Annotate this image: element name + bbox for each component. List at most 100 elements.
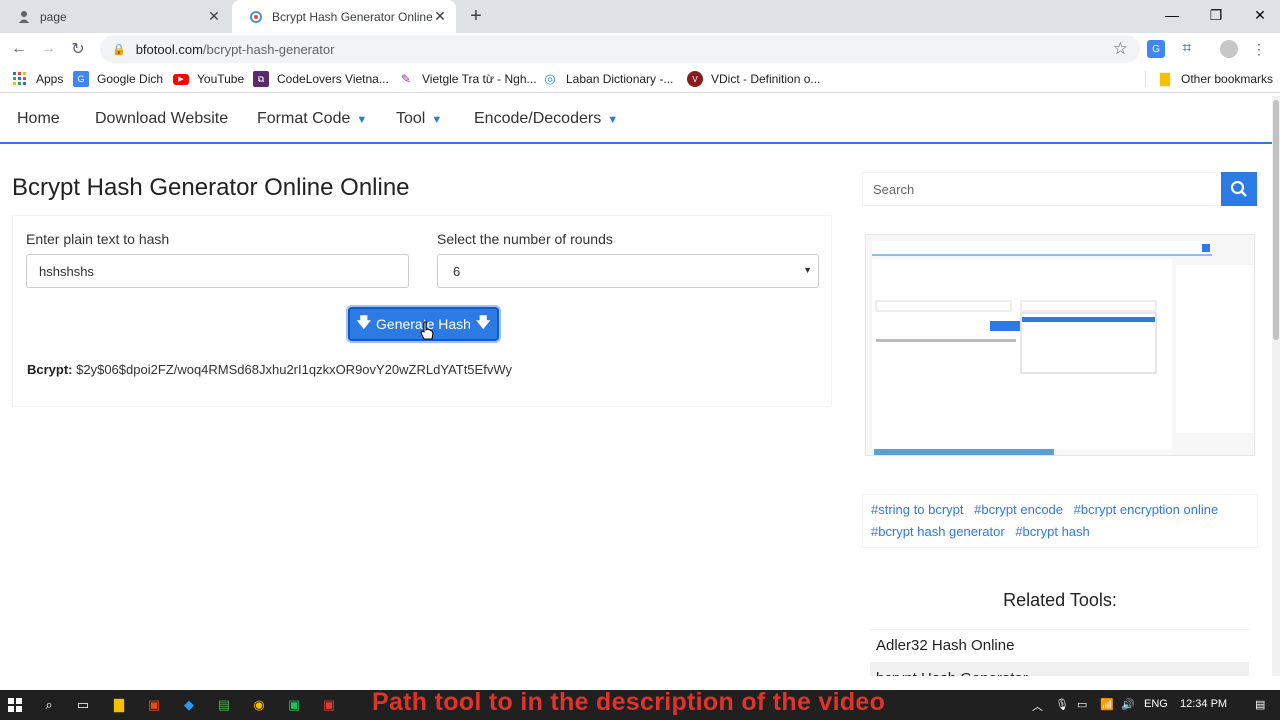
microphone-icon[interactable]: 🎙 (1055, 698, 1069, 711)
folder-icon: ▇ (1160, 71, 1170, 86)
bookmark-vietgle[interactable]: ✎ Vietgle Tra từ - Ngh... (398, 70, 537, 88)
bookmark-other[interactable]: ▇ Other bookmarks (1157, 70, 1273, 88)
rounds-label: Select the number of rounds (437, 231, 613, 247)
tab-bcrypt[interactable]: Bcrypt Hash Generator Online Or ✕ (232, 0, 456, 33)
caret-down-icon: ▼ (607, 114, 619, 126)
nav-label: Format Code (257, 110, 351, 127)
bookmark-google-dich[interactable]: G Google Dich (73, 70, 163, 88)
plain-text-input[interactable]: hshshshs (26, 254, 409, 288)
tag-link[interactable]: #bcrypt hash (1015, 524, 1089, 539)
search-button[interactable] (1221, 172, 1257, 206)
vietgle-icon: ✎ (400, 72, 412, 86)
browser-tab-strip: page ✕ Bcrypt Hash Generator Online Or ✕… (0, 0, 1280, 33)
page-content: Home Download Website Format Code ▼ Tool ▼… (0, 96, 1272, 676)
app-red-icon[interactable]: ▣ (145, 696, 163, 714)
related-tool-item[interactable]: Adler32 Hash Online (870, 629, 1249, 661)
page-scrollbar[interactable] (1272, 96, 1280, 676)
tab-title: page (40, 9, 67, 24)
task-view-icon[interactable]: ▭ (74, 696, 92, 714)
hash-form-card: Enter plain text to hash hshshshs Select… (12, 215, 832, 407)
bookmark-divider (1145, 71, 1146, 87)
rounds-select[interactable]: 6 ▼ (437, 254, 819, 288)
file-explorer-icon[interactable]: ▇ (110, 696, 128, 714)
bookmark-label: VDict - Definition o... (711, 72, 821, 86)
url-path: /bcrypt-hash-generator (202, 41, 335, 57)
tag-link[interactable]: #bcrypt encryption online (1074, 502, 1219, 517)
maximize-icon[interactable]: ❐ (1194, 0, 1238, 30)
result-label: Bcrypt: (27, 362, 73, 377)
bookmark-vdict[interactable]: V VDict - Definition o... (687, 70, 820, 88)
battery-icon[interactable]: ▭ (1077, 698, 1087, 711)
tab-page[interactable]: page ✕ (0, 0, 230, 33)
browser-toolbar: ← → ↻ 🔒 bfotool.com /bcrypt-hash-generat… (0, 33, 1280, 65)
volume-icon[interactable]: 🔊 (1121, 698, 1135, 711)
arrow-down-icon: 🡇 (356, 314, 372, 330)
video-caption-overlay: Path tool to in the description of the v… (372, 688, 886, 716)
caret-down-icon: ▼ (356, 114, 368, 126)
site-navbar: Home Download Website Format Code ▼ Tool ▼… (0, 96, 1272, 144)
page-title: Bcrypt Hash Generator Online Online (12, 174, 410, 201)
result-hash: $2y$06$dpoi2FZ/woq4RMSd68Jxhu2rI1qzkxOR9… (76, 362, 512, 377)
nav-label: Tool (396, 110, 426, 127)
profile-avatar-icon[interactable] (1220, 40, 1238, 58)
reload-icon[interactable]: ↻ (67, 38, 89, 60)
app-red2-icon[interactable]: ▣ (320, 696, 338, 714)
rounds-value: 6 (453, 263, 461, 279)
bookmark-codelovers[interactable]: ⧉ CodeLovers Vietna... (253, 70, 389, 88)
page-favicon-icon (16, 9, 32, 25)
tray-chevron-icon[interactable]: ︿ (1032, 698, 1043, 714)
search-icon[interactable]: ⌕ (40, 696, 58, 714)
notepad-icon[interactable]: ▤ (215, 696, 233, 714)
bookmark-label: Laban Dictionary -... (566, 72, 674, 86)
clock[interactable]: 12:34 PM (1180, 698, 1227, 710)
tab-title: Bcrypt Hash Generator Online Or (272, 9, 432, 24)
nav-download-website[interactable]: Download Website (95, 110, 228, 128)
caret-down-icon: ▼ (431, 114, 443, 126)
bookmark-youtube[interactable]: ▶ YouTube (173, 70, 244, 88)
tag-link[interactable]: #string to bcrypt (871, 502, 964, 517)
forward-icon[interactable]: → (37, 38, 59, 60)
apps-grid-icon (12, 71, 28, 87)
close-tab-icon[interactable]: ✕ (206, 8, 222, 25)
related-tool-item[interactable]: bcrypt Hash Generator (870, 662, 1249, 676)
translate-extension-icon[interactable]: G (1147, 40, 1165, 58)
bookmark-label: Google Dich (97, 72, 164, 86)
vscode-icon[interactable]: ◆ (180, 696, 198, 714)
bookmark-apps[interactable]: Apps (12, 70, 63, 88)
windows-start-icon[interactable] (6, 696, 24, 714)
nav-format-code[interactable]: Format Code ▼ (257, 110, 367, 128)
search-icon (1230, 180, 1247, 197)
search-box[interactable]: Search (862, 172, 1258, 206)
new-tab-icon[interactable]: + (466, 6, 486, 26)
menu-kebab-icon[interactable]: ⋮ (1250, 40, 1268, 58)
grid-extension-icon[interactable]: ⌗ (1178, 40, 1196, 58)
bookmark-laban[interactable]: ◎ Laban Dictionary -... (542, 70, 673, 88)
bfotool-favicon-icon (248, 9, 264, 25)
chrome-icon[interactable]: ◉ (250, 696, 268, 714)
tag-list: #string to bcrypt #bcrypt encode #bcrypt… (862, 494, 1258, 548)
nav-home[interactable]: Home (17, 110, 60, 128)
tag-link[interactable]: #bcrypt encode (974, 502, 1063, 517)
tag-link[interactable]: #bcrypt hash generator (871, 524, 1005, 539)
tool-preview-image[interactable] (865, 234, 1255, 456)
plain-text-label: Enter plain text to hash (26, 231, 170, 247)
close-tab-icon[interactable]: ✕ (432, 8, 448, 25)
youtube-icon: ▶ (173, 73, 189, 85)
bookmark-star-icon[interactable]: ☆ (1113, 39, 1128, 59)
bookmark-label: Other bookmarks (1181, 72, 1274, 86)
back-icon[interactable]: ← (8, 38, 30, 60)
network-icon[interactable]: 📶 (1100, 698, 1114, 711)
scrollbar-thumb[interactable] (1273, 100, 1279, 340)
bookmark-label: Apps (36, 72, 64, 86)
minimize-icon[interactable]: — (1150, 0, 1194, 30)
terminal-icon[interactable]: ▣ (285, 696, 303, 714)
window-close-icon[interactable]: ✕ (1238, 0, 1280, 30)
nav-tool[interactable]: Tool ▼ (396, 110, 442, 128)
codelovers-icon: ⧉ (253, 71, 269, 87)
notifications-icon[interactable]: ▤ (1255, 698, 1265, 711)
google-translate-icon: G (73, 71, 89, 87)
url-host: bfotool.com (135, 41, 203, 57)
language-indicator[interactable]: ENG (1144, 698, 1168, 710)
address-bar[interactable]: 🔒 bfotool.com /bcrypt-hash-generator ☆ (100, 35, 1140, 63)
nav-encode-decoders[interactable]: Encode/Decoders ▼ (474, 110, 618, 128)
